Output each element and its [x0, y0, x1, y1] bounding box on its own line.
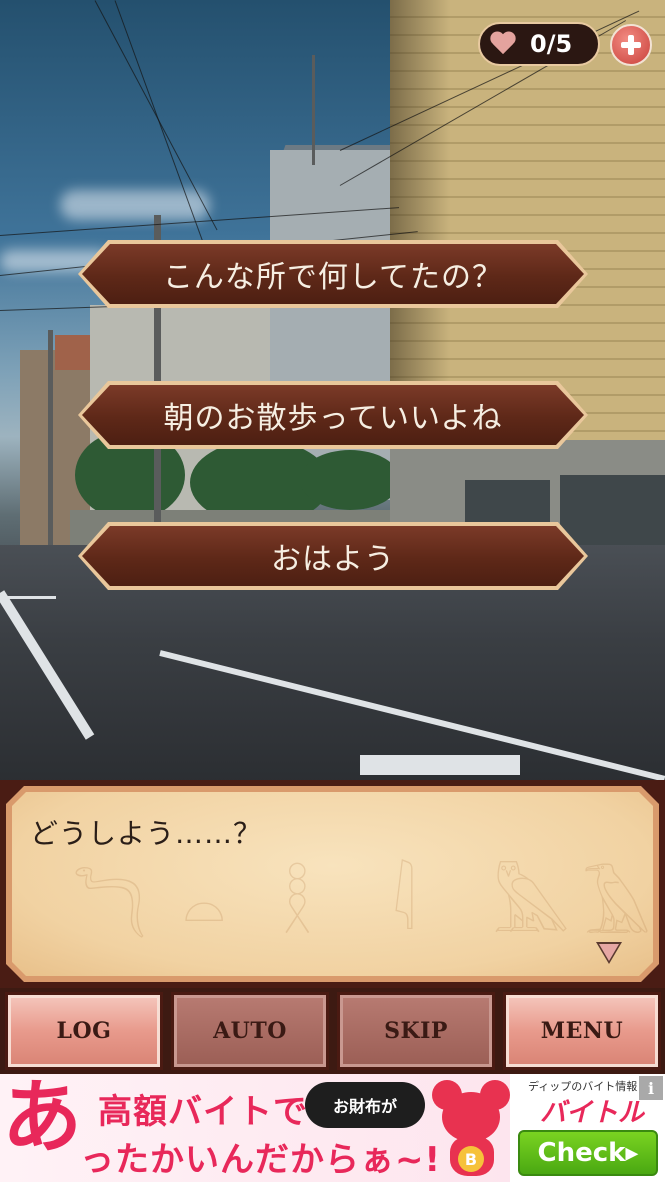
mascot-badge: B	[458, 1146, 484, 1172]
ad-banner[interactable]: あ 高額バイトで お財布が ったかいんだからぁ~! B ディップのバイト情報 バ…	[0, 1074, 665, 1182]
log-button[interactable]: LOG	[5, 992, 163, 1070]
ad-check-button[interactable]: Check▸	[518, 1130, 658, 1176]
add-hearts-button[interactable]	[610, 24, 652, 66]
auto-button[interactable]: AUTO	[171, 992, 329, 1070]
hieroglyph-decoration: 𓇋	[392, 864, 416, 946]
dialogue-box[interactable]: 𓆓 𓏏 𓎛 𓇋 𓅓 𓄿 どうしよう……？	[0, 780, 665, 988]
info-icon[interactable]: i	[639, 1076, 663, 1100]
menu-bar: LOG AUTO SKIP MENU	[0, 988, 665, 1074]
choice-button-3[interactable]: おはよう	[78, 522, 588, 590]
ad-subline: ったかいんだからぁ~!	[80, 1140, 441, 1180]
ad-wallet-bubble: お財布が	[305, 1082, 425, 1128]
choice-button-1[interactable]: こんな所で何してたの？	[78, 240, 588, 308]
hieroglyph-decoration: 𓆓	[72, 872, 147, 954]
hearts-counter: 0/5	[478, 22, 600, 66]
hieroglyph-decoration: 𓎛	[282, 868, 313, 950]
road-marking	[0, 596, 56, 599]
hieroglyph-decoration: 𓏏	[182, 870, 227, 952]
ad-headline: 高額バイトで	[98, 1092, 308, 1132]
choice-label: こんな所で何してたの？	[162, 260, 504, 295]
menu-button[interactable]: MENU	[503, 992, 661, 1070]
advance-indicator	[599, 944, 619, 961]
choice-label: 朝のお散歩っていいよね	[163, 401, 503, 436]
road-marking	[360, 755, 520, 775]
utility-pole	[48, 330, 53, 550]
skip-button[interactable]: SKIP	[337, 992, 495, 1070]
antenna	[312, 55, 315, 165]
cloud	[60, 190, 210, 220]
dialogue-text: どうしよう……？	[30, 817, 263, 850]
ad-big-char: あ	[2, 1074, 82, 1164]
mascot-head	[442, 1092, 500, 1142]
mouse-mascot-icon: B	[428, 1080, 514, 1178]
tree	[300, 450, 400, 510]
heart-icon	[490, 32, 516, 56]
choice-button-2[interactable]: 朝のお散歩っていいよね	[78, 381, 588, 449]
hieroglyph-decoration: 𓄿	[582, 868, 651, 950]
ad-brand-logo: バイトル	[540, 1098, 645, 1128]
hearts-count: 0/5	[530, 30, 573, 58]
choice-label: おはよう	[271, 542, 395, 577]
hieroglyph-decoration: 𓅓	[492, 866, 571, 948]
